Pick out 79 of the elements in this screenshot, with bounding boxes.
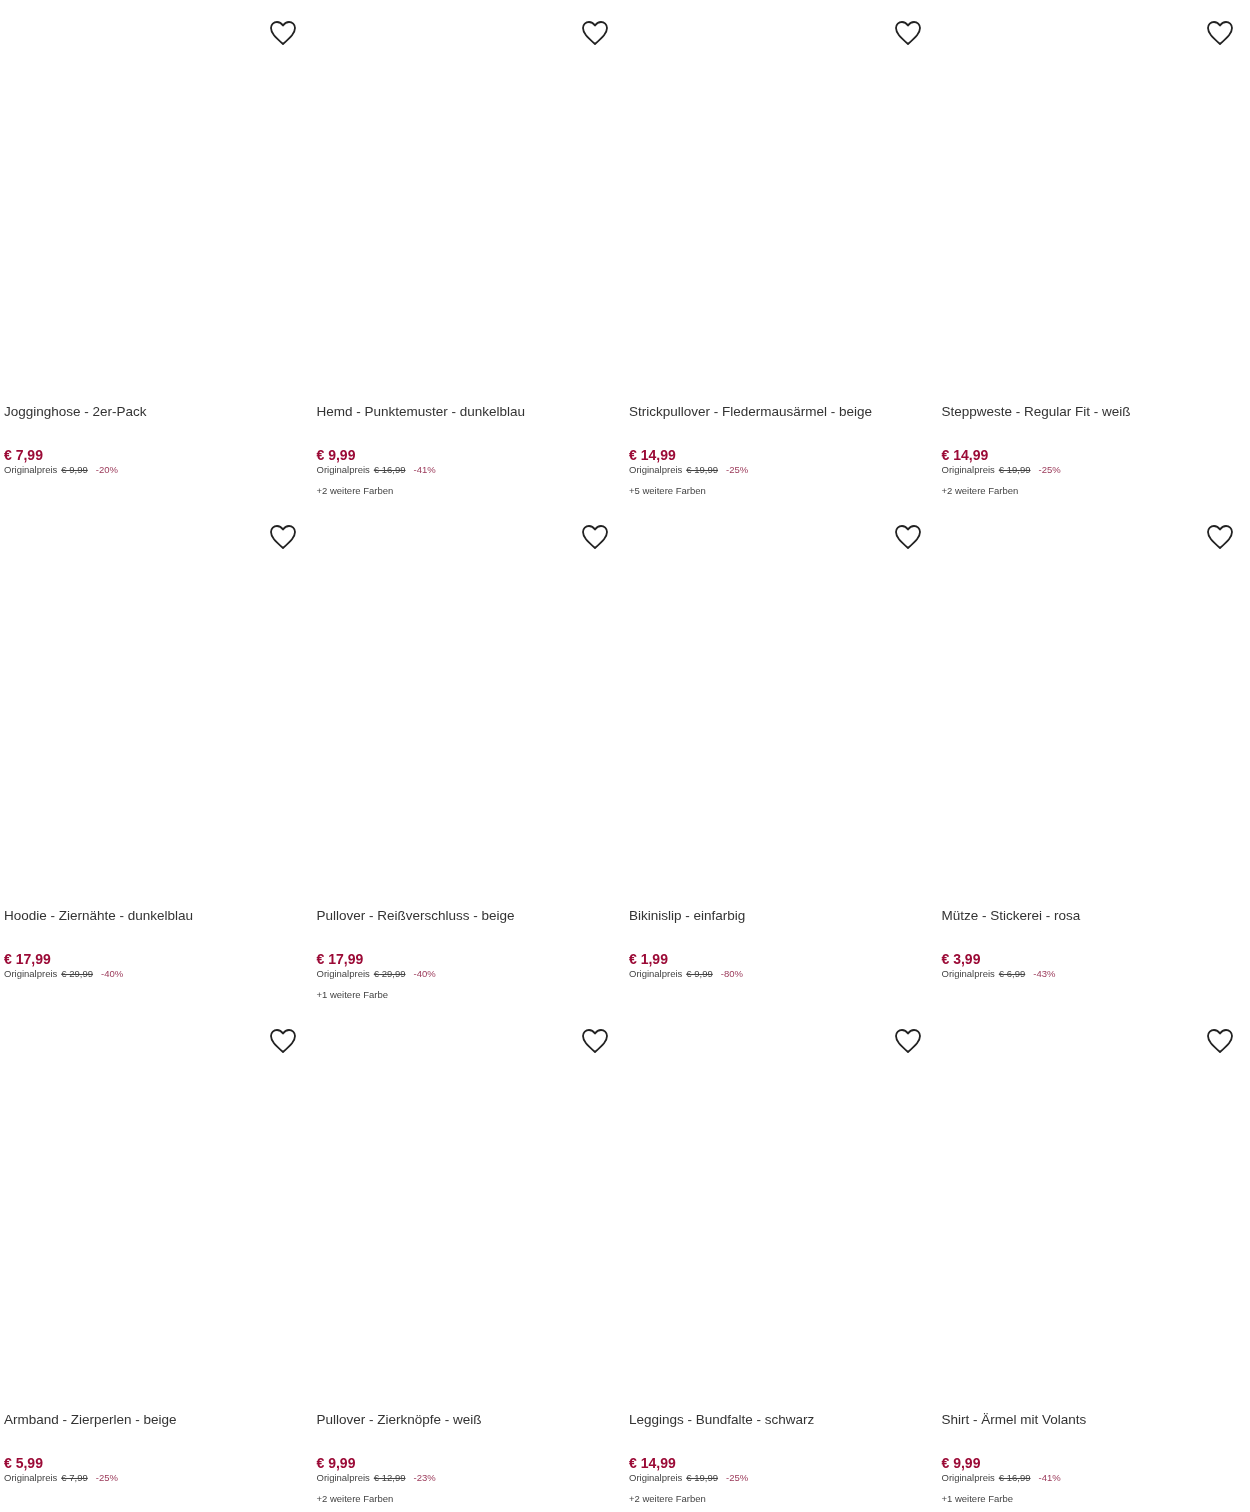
original-price-label: Originalpreis (941, 464, 995, 476)
sale-price: € 7,99 (4, 446, 43, 464)
sale-price: € 5,99 (4, 1454, 43, 1472)
product-title[interactable]: Strickpullover - Fledermausärmel - beige (629, 403, 873, 421)
wishlist-heart-icon[interactable] (581, 1028, 609, 1054)
sale-price: € 9,99 (316, 446, 356, 464)
wishlist-heart-icon[interactable] (1206, 1028, 1234, 1054)
product-title[interactable]: Pullover - Zierknöpfe - weiß (316, 1411, 482, 1429)
wishlist-heart-icon[interactable] (1206, 524, 1234, 550)
original-price-label: Originalpreis (4, 968, 58, 980)
sale-price: € 9,99 (941, 1454, 981, 1472)
original-price-label: Originalpreis (629, 968, 683, 980)
original-price-label: Originalpreis (316, 1472, 370, 1484)
wishlist-heart-icon[interactable] (581, 20, 609, 46)
sale-price: € 14,99 (629, 446, 676, 464)
discount-percent: -41% (413, 464, 436, 476)
original-price: € 19,99 (686, 464, 719, 476)
wishlist-heart-icon[interactable] (268, 20, 297, 46)
more-colors-link[interactable]: +1 weitere Farbe (316, 989, 389, 1001)
discount-percent: -40% (413, 968, 436, 980)
wishlist-heart-icon[interactable] (1206, 20, 1234, 46)
sale-price: € 3,99 (941, 950, 981, 968)
sale-price: € 14,99 (629, 1454, 676, 1472)
discount-percent: -20% (95, 464, 118, 476)
original-price: € 6,99 (998, 968, 1026, 980)
product-title[interactable]: Mütze - Stickerei - rosa (941, 907, 1081, 925)
original-price-label: Originalpreis (4, 1472, 58, 1484)
sale-price: € 14,99 (941, 446, 989, 464)
wishlist-heart-icon[interactable] (893, 1028, 922, 1054)
product-title[interactable]: Jogginghose - 2er-Pack (4, 403, 147, 421)
original-price-label: Originalpreis (316, 464, 370, 476)
original-price-label: Originalpreis (4, 464, 58, 476)
original-price-label: Originalpreis (941, 968, 995, 980)
more-colors-link[interactable]: +1 weitere Farbe (941, 1493, 1014, 1505)
original-price-label: Originalpreis (941, 1472, 995, 1484)
product-title[interactable]: Steppweste - Regular Fit - weiß (941, 403, 1131, 421)
original-price: € 7,99 (61, 1472, 88, 1484)
wishlist-heart-icon[interactable] (268, 1028, 297, 1054)
original-price: € 19,99 (998, 464, 1031, 476)
discount-percent: -40% (101, 968, 124, 980)
sale-price: € 17,99 (4, 950, 51, 968)
more-colors-link[interactable]: +2 weitere Farben (629, 1493, 706, 1505)
more-colors-link[interactable]: +2 weitere Farben (941, 485, 1019, 497)
original-price-label: Originalpreis (629, 464, 683, 476)
discount-percent: -25% (726, 1472, 749, 1484)
original-price-label: Originalpreis (629, 1472, 683, 1484)
more-colors-link[interactable]: +2 weitere Farben (316, 1493, 394, 1505)
product-title[interactable]: Leggings - Bundfalte - schwarz (629, 1411, 815, 1429)
original-price: € 19,99 (686, 1472, 719, 1484)
product-title[interactable]: Hoodie - Ziernähte - dunkelblau (4, 907, 194, 925)
more-colors-link[interactable]: +2 weitere Farben (316, 485, 394, 497)
wishlist-heart-icon[interactable] (893, 20, 922, 46)
discount-percent: -23% (413, 1472, 436, 1484)
original-price: € 29,99 (373, 968, 406, 980)
product-title[interactable]: Hemd - Punktemuster - dunkelblau (316, 403, 526, 421)
discount-percent: -25% (95, 1472, 118, 1484)
more-colors-link[interactable]: +5 weitere Farben (629, 485, 706, 497)
original-price-label: Originalpreis (316, 968, 370, 980)
product-title[interactable]: Shirt - Ärmel mit Volants (941, 1411, 1087, 1429)
discount-percent: -43% (1033, 968, 1056, 980)
product-title[interactable]: Bikinislip - einfarbig (629, 907, 746, 925)
product-title[interactable]: Pullover - Reißverschluss - beige (316, 907, 515, 925)
original-price: € 12,99 (373, 1472, 406, 1484)
wishlist-heart-icon[interactable] (581, 524, 609, 550)
sale-price: € 17,99 (316, 950, 364, 968)
original-price: € 9,99 (686, 968, 713, 980)
original-price: € 9,99 (61, 464, 88, 476)
product-title[interactable]: Armband - Zierperlen - beige (4, 1411, 177, 1429)
wishlist-heart-icon[interactable] (893, 524, 922, 550)
discount-percent: -25% (1038, 464, 1061, 476)
original-price: € 16,99 (373, 464, 406, 476)
discount-percent: -25% (726, 464, 749, 476)
sale-price: € 9,99 (316, 1454, 356, 1472)
discount-percent: -41% (1038, 1472, 1061, 1484)
sale-price: € 1,99 (629, 950, 668, 968)
original-price: € 16,99 (998, 1472, 1031, 1484)
wishlist-heart-icon[interactable] (268, 524, 297, 550)
original-price: € 29,99 (61, 968, 94, 980)
discount-percent: -80% (720, 968, 743, 980)
